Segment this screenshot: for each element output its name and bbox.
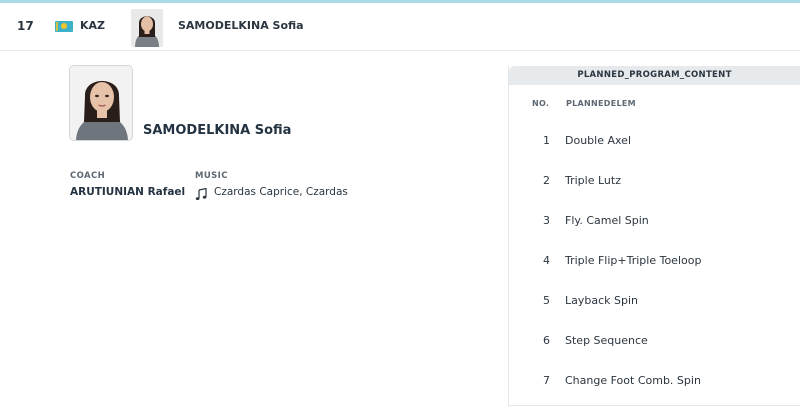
music-title: Czardas Caprice, Czardas [214, 186, 348, 198]
kazakhstan-flag-icon [55, 21, 73, 32]
element-number: 6 [543, 334, 550, 347]
element-name: Step Sequence [565, 334, 648, 347]
element-name: Fly. Camel Spin [565, 214, 649, 227]
nation-code: KAZ [80, 19, 106, 32]
table-row: 2 Triple Lutz [509, 161, 800, 201]
planned-program-panel: PLANNED_PROGRAM_CONTENT NO. PLANNEDELEM … [508, 66, 800, 406]
table-row: 5 Layback Spin [509, 281, 800, 321]
column-header-element: PLANNEDELEM [566, 99, 636, 108]
skater-thumbnail [131, 9, 163, 47]
element-name: Triple Flip+Triple Toeloop [565, 254, 702, 267]
element-name: Double Axel [565, 134, 631, 147]
coach-label: COACH [70, 171, 106, 181]
element-number: 7 [543, 374, 550, 387]
coach-name: ARUTIUNIAN Rafael [70, 186, 186, 198]
table-row: 3 Fly. Camel Spin [509, 201, 800, 241]
panel-bottom-border [509, 405, 800, 406]
element-number: 4 [543, 254, 550, 267]
music-label: MUSIC [195, 171, 228, 181]
planned-program-title: PLANNED_PROGRAM_CONTENT [509, 66, 800, 85]
table-row: 4 Triple Flip+Triple Toeloop [509, 241, 800, 281]
skater-portrait [69, 65, 133, 141]
header-skater-name: SAMODELKINA Sofia [178, 19, 304, 32]
table-row: 6 Step Sequence [509, 321, 800, 361]
skater-detail-page: 17 KAZ SAMODELKINA Sofia SAMODELKINA Sof… [0, 0, 800, 417]
element-name: Triple Lutz [565, 174, 621, 187]
element-number: 2 [543, 174, 550, 187]
table-row: 1 Double Axel [509, 121, 800, 161]
column-header-no: NO. [532, 99, 550, 108]
element-number: 5 [543, 294, 550, 307]
element-name: Change Foot Comb. Spin [565, 374, 701, 387]
element-number: 3 [543, 214, 550, 227]
music-note-icon [195, 186, 207, 200]
skater-header-row[interactable]: 17 KAZ SAMODELKINA Sofia [0, 3, 800, 51]
profile-skater-name: SAMODELKINA Sofia [143, 123, 292, 138]
element-name: Layback Spin [565, 294, 639, 307]
element-number: 1 [543, 134, 550, 147]
element-list: 1 Double Axel 2 Triple Lutz 3 Fly. Camel… [509, 121, 800, 401]
rank-number: 17 [17, 19, 34, 33]
table-row: 7 Change Foot Comb. Spin [509, 361, 800, 401]
table-header: NO. PLANNEDELEM [509, 85, 800, 121]
